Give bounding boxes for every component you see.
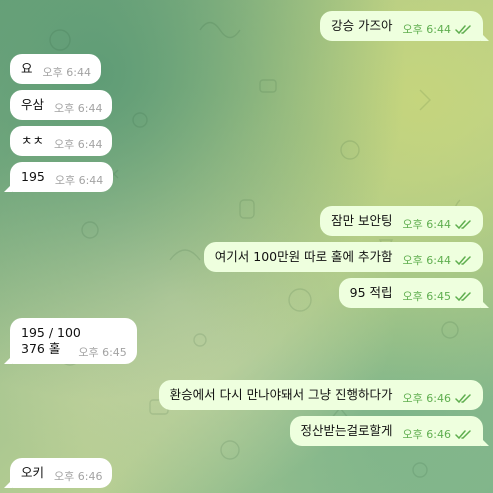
message-meta: 오후 6:45 (403, 289, 473, 305)
message-time: 오후 6:44 (54, 174, 104, 187)
double-check-icon (455, 25, 473, 35)
message-time: 오후 6:44 (402, 218, 451, 231)
message-text: 잠만 보안팅 (331, 213, 393, 228)
message-bubble-incoming[interactable]: 우삼 오후 6:44 (10, 90, 113, 120)
message-text: 환승에서 다시 만나야돼서 그냥 진행하다가 (169, 387, 393, 402)
message-text: 우삼 (21, 97, 45, 112)
message-meta: 오후 6:44 (54, 101, 102, 117)
message-time: 오후 6:45 (78, 346, 127, 359)
message-meta: 오후 6:46 (403, 427, 473, 443)
message-bubble-incoming[interactable]: 요 오후 6:44 (10, 54, 101, 84)
message-meta: 오후 6:46 (403, 391, 473, 407)
message-meta: 오후 6:44 (54, 137, 102, 153)
message-meta: 오후 6:46 (54, 469, 102, 485)
message-time: 오후 6:46 (54, 470, 103, 483)
message-time: 오후 6:46 (402, 428, 451, 441)
message-time: 오후 6:46 (402, 392, 451, 405)
message-time: 오후 6:44 (42, 66, 91, 79)
message-text: 여기서 100만원 따로 홀에 추가함 (214, 249, 393, 264)
message-text: 오키 (21, 465, 45, 480)
message-text: 195 (21, 169, 45, 184)
message-bubble-incoming[interactable]: ㅊㅊ 오후 6:44 (10, 126, 113, 156)
message-meta: 오후 6:44 (55, 173, 103, 189)
message-bubble-incoming[interactable]: 195 오후 6:44 (3, 162, 114, 192)
message-time: 오후 6:44 (54, 102, 103, 115)
message-bubble-outgoing[interactable]: 정산받는걸로할게 오후 6:46 (289, 416, 490, 446)
message-time: 오후 6:44 (402, 254, 451, 267)
message-text: 강승 가즈아 (331, 18, 393, 33)
message-time: 오후 6:44 (402, 23, 451, 36)
message-line: 195 / 100 (21, 325, 81, 340)
message-bubble-outgoing[interactable]: 환승에서 다시 만나야돼서 그냥 진행하다가 오후 6:46 (158, 380, 483, 410)
message-meta: 오후 6:45 (78, 345, 126, 361)
message-bubble-incoming[interactable]: 195 / 100 376 홀 오후 6:45 (4, 318, 137, 364)
message-text: ㅊㅊ (21, 133, 45, 148)
message-bubble-outgoing[interactable]: 잠만 보안팅 오후 6:44 (320, 206, 483, 236)
message-line: 376 홀 (21, 341, 61, 356)
message-time: 오후 6:44 (54, 138, 103, 151)
double-check-icon (455, 220, 473, 230)
message-text: 요 (21, 61, 33, 76)
double-check-icon (455, 256, 473, 266)
message-bubble-incoming[interactable]: 오키 오후 6:46 (3, 458, 113, 488)
message-bubble-outgoing[interactable]: 강승 가즈아 오후 6:44 (320, 11, 489, 41)
message-bubble-outgoing[interactable]: 여기서 100만원 따로 홀에 추가함 오후 6:44 (203, 242, 483, 272)
double-check-icon (455, 430, 473, 440)
message-bubble-outgoing[interactable]: 95 적립 오후 6:45 (338, 278, 490, 308)
message-meta: 오후 6:44 (403, 253, 473, 269)
double-check-icon (455, 292, 473, 302)
message-text: 95 적립 (349, 285, 393, 300)
message-meta: 오후 6:44 (403, 22, 473, 38)
message-time: 오후 6:45 (402, 290, 451, 303)
message-meta: 오후 6:44 (43, 65, 91, 81)
double-check-icon (455, 394, 473, 404)
message-meta: 오후 6:44 (403, 217, 473, 233)
message-text: 정산받는걸로할게 (300, 423, 393, 438)
